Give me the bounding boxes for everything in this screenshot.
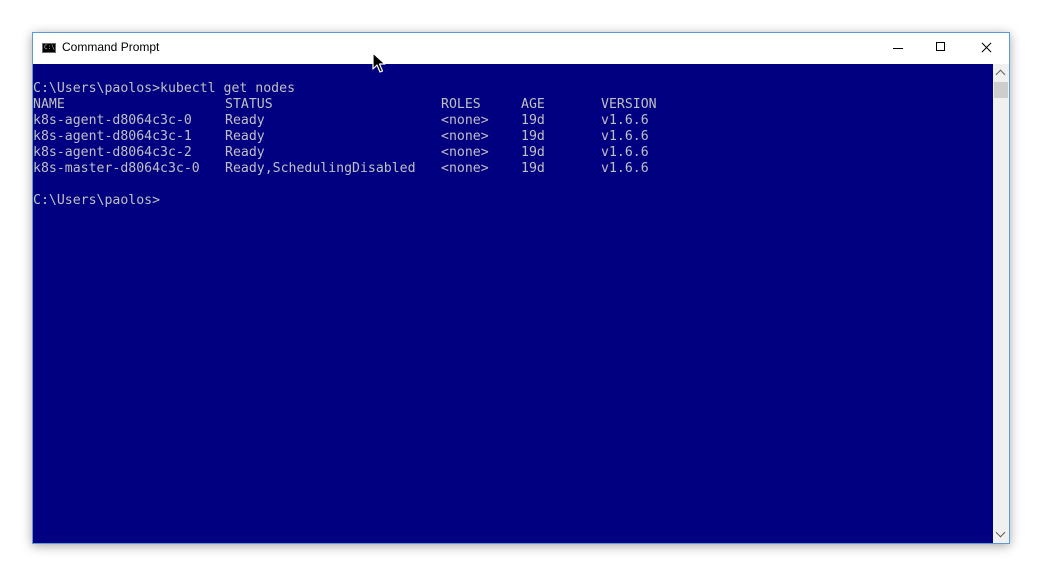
- cmd-icon-text: C:\: [44, 44, 55, 51]
- node-status: Ready: [225, 129, 265, 144]
- node-version: v1.6.6: [601, 161, 649, 176]
- node-age: 19d: [521, 145, 545, 160]
- header-age: AGE: [521, 97, 545, 112]
- node-status: Ready: [225, 145, 265, 160]
- title-bar[interactable]: C:\ Command Prompt: [33, 33, 1009, 63]
- node-name: k8s-agent-d8064c3c-1: [33, 129, 192, 144]
- minimize-button[interactable]: [875, 33, 921, 63]
- node-roles: <none>: [441, 129, 489, 144]
- node-roles: <none>: [441, 161, 489, 176]
- node-version: v1.6.6: [601, 113, 649, 128]
- scrollbar-thumb[interactable]: [994, 82, 1008, 98]
- node-version: v1.6.6: [601, 145, 649, 160]
- node-version: v1.6.6: [601, 129, 649, 144]
- table-row: k8s-master-d8064c3c-0 Ready,SchedulingDis…: [33, 161, 649, 177]
- node-name: k8s-agent-d8064c3c-2: [33, 145, 192, 160]
- node-age: 19d: [521, 113, 545, 128]
- table-row: k8s-agent-d8064c3c-0 Ready <none> 19d v1.6.6: [33, 113, 649, 129]
- header-roles: ROLES: [441, 97, 481, 112]
- close-icon: [981, 42, 992, 53]
- table-row: k8s-agent-d8064c3c-2 Ready <none> 19d v1.6.6: [33, 145, 649, 161]
- header-version: VERSION: [601, 97, 657, 112]
- minimize-icon: [893, 48, 903, 49]
- table-header-row: NAME STATUS ROLES AGE VERSION: [33, 97, 657, 113]
- command-prompt-window[interactable]: C:\ Command Prompt C:\Users\paolos>kubec…: [32, 32, 1010, 544]
- maximize-button[interactable]: [918, 33, 964, 63]
- close-button[interactable]: [963, 33, 1009, 63]
- window-title: Command Prompt: [62, 40, 160, 54]
- node-status: Ready,SchedulingDisabled: [225, 161, 416, 176]
- chevron-up-icon[interactable]: [993, 64, 1009, 81]
- header-name: NAME: [33, 97, 65, 112]
- arrow-cursor-icon: [372, 52, 386, 73]
- header-status: STATUS: [225, 97, 273, 112]
- chevron-down-icon[interactable]: [993, 526, 1009, 543]
- cmd-icon[interactable]: C:\: [42, 43, 56, 53]
- node-name: k8s-master-d8064c3c-0: [33, 161, 200, 176]
- node-roles: <none>: [441, 113, 489, 128]
- command-line: C:\Users\paolos>kubectl get nodes: [33, 81, 296, 96]
- node-name: k8s-agent-d8064c3c-0: [33, 113, 192, 128]
- vertical-scrollbar[interactable]: [993, 64, 1009, 543]
- node-status: Ready: [225, 113, 265, 128]
- node-roles: <none>: [441, 145, 489, 160]
- table-row: k8s-agent-d8064c3c-1 Ready <none> 19d v1.6.6: [33, 129, 649, 145]
- maximize-icon: [936, 42, 945, 51]
- node-age: 19d: [521, 161, 545, 176]
- console-output-area[interactable]: C:\Users\paolos>kubectl get nodes NAME STA…: [33, 64, 993, 543]
- node-age: 19d: [521, 129, 545, 144]
- prompt-line[interactable]: C:\Users\paolos>: [33, 193, 295, 209]
